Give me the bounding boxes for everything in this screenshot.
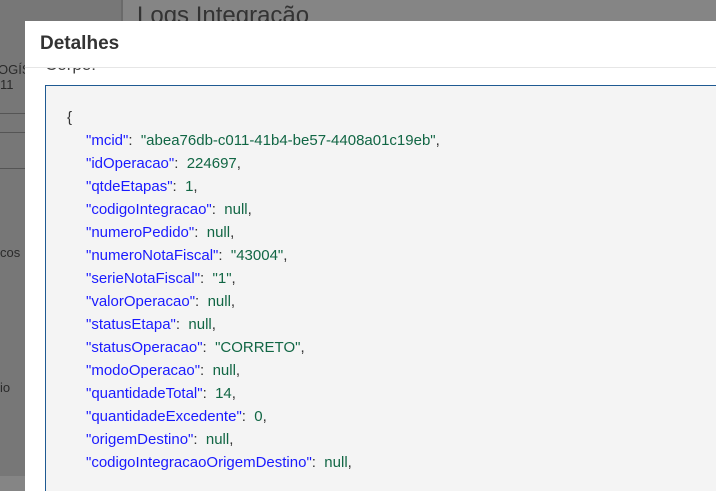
json-value: null	[212, 362, 236, 379]
json-value: 224697	[186, 155, 237, 172]
json-line: "quantidadeTotal": 14,	[86, 385, 236, 402]
json-line: "serieNotaFiscal": "1",	[86, 270, 236, 287]
json-key: "numeroPedido"	[86, 224, 195, 241]
json-code-block[interactable]: { "mcid": "abea76db-c011-41b4-be57-4408a…	[45, 85, 716, 491]
json-line: "qtdeEtapas": 1,	[86, 178, 198, 195]
modal-title: Detalhes	[40, 33, 120, 54]
json-value: null	[205, 431, 230, 448]
json-line: "numeroNotaFiscal": "43004",	[86, 247, 288, 264]
json-line: "origemDestino": null,	[86, 431, 234, 448]
json-value: 14	[215, 385, 232, 402]
json-key: "quantidadeTotal"	[86, 385, 203, 402]
json-value: null	[224, 201, 248, 218]
json-line: "modoOperacao": null,	[86, 362, 241, 379]
sidebar-item[interactable]: cos	[0, 245, 20, 260]
json-line: "codigoIntegracao": null,	[86, 201, 252, 218]
sidebar-item[interactable]: io	[0, 380, 10, 395]
json-key: "modoOperacao"	[86, 362, 201, 379]
json-line: "valorOperacao": null,	[86, 293, 236, 310]
json-key: "idOperacao"	[86, 155, 175, 172]
json-value: "1"	[212, 270, 232, 287]
json-value: "43004"	[230, 247, 284, 264]
json-line: "quantidadeExcedente": 0,	[86, 408, 267, 425]
json-line: "idOperacao": 224697,	[86, 155, 241, 172]
json-line: "statusEtapa": null,	[86, 316, 216, 333]
json-value: null	[207, 293, 231, 310]
open-brace: {	[67, 109, 73, 126]
json-key: "quantidadeExcedente"	[86, 408, 242, 425]
json-key: "serieNotaFiscal"	[86, 270, 201, 287]
json-key: "numeroNotaFiscal"	[86, 247, 219, 264]
json-value: null	[206, 224, 231, 241]
json-line: "codigoIntegracaoOrigemDestino": null,	[86, 454, 352, 471]
json-line: "statusOperacao": "CORRETO",	[86, 339, 305, 356]
json-value: 1	[185, 178, 194, 195]
json-value: null	[188, 316, 212, 333]
json-value: 0	[254, 408, 263, 425]
json-value: "abea76db-c011-41b4-be57-4408a01c19eb"	[140, 132, 436, 149]
json-key: "qtdeEtapas"	[86, 178, 173, 195]
json-key: "valorOperacao"	[86, 293, 196, 310]
sidebar-text: 11	[0, 77, 14, 92]
json-value: null	[324, 454, 348, 471]
json-key: "statusEtapa"	[86, 316, 176, 333]
json-line: "mcid": "abea76db-c011-41b4-be57-4408a01…	[86, 132, 440, 149]
details-modal: Detalhes Corpo: { "mcid": "abea76db-c011…	[25, 21, 716, 491]
json-key: "origemDestino"	[86, 431, 194, 448]
json-key: "mcid"	[86, 132, 129, 149]
modal-header: Detalhes	[25, 21, 716, 68]
json-key: "codigoIntegracao"	[86, 201, 212, 218]
json-key: "statusOperacao"	[86, 339, 203, 356]
json-key: "codigoIntegracaoOrigemDestino"	[86, 454, 312, 471]
json-value: "CORRETO"	[215, 339, 301, 356]
json-line: "numeroPedido": null,	[86, 224, 235, 241]
